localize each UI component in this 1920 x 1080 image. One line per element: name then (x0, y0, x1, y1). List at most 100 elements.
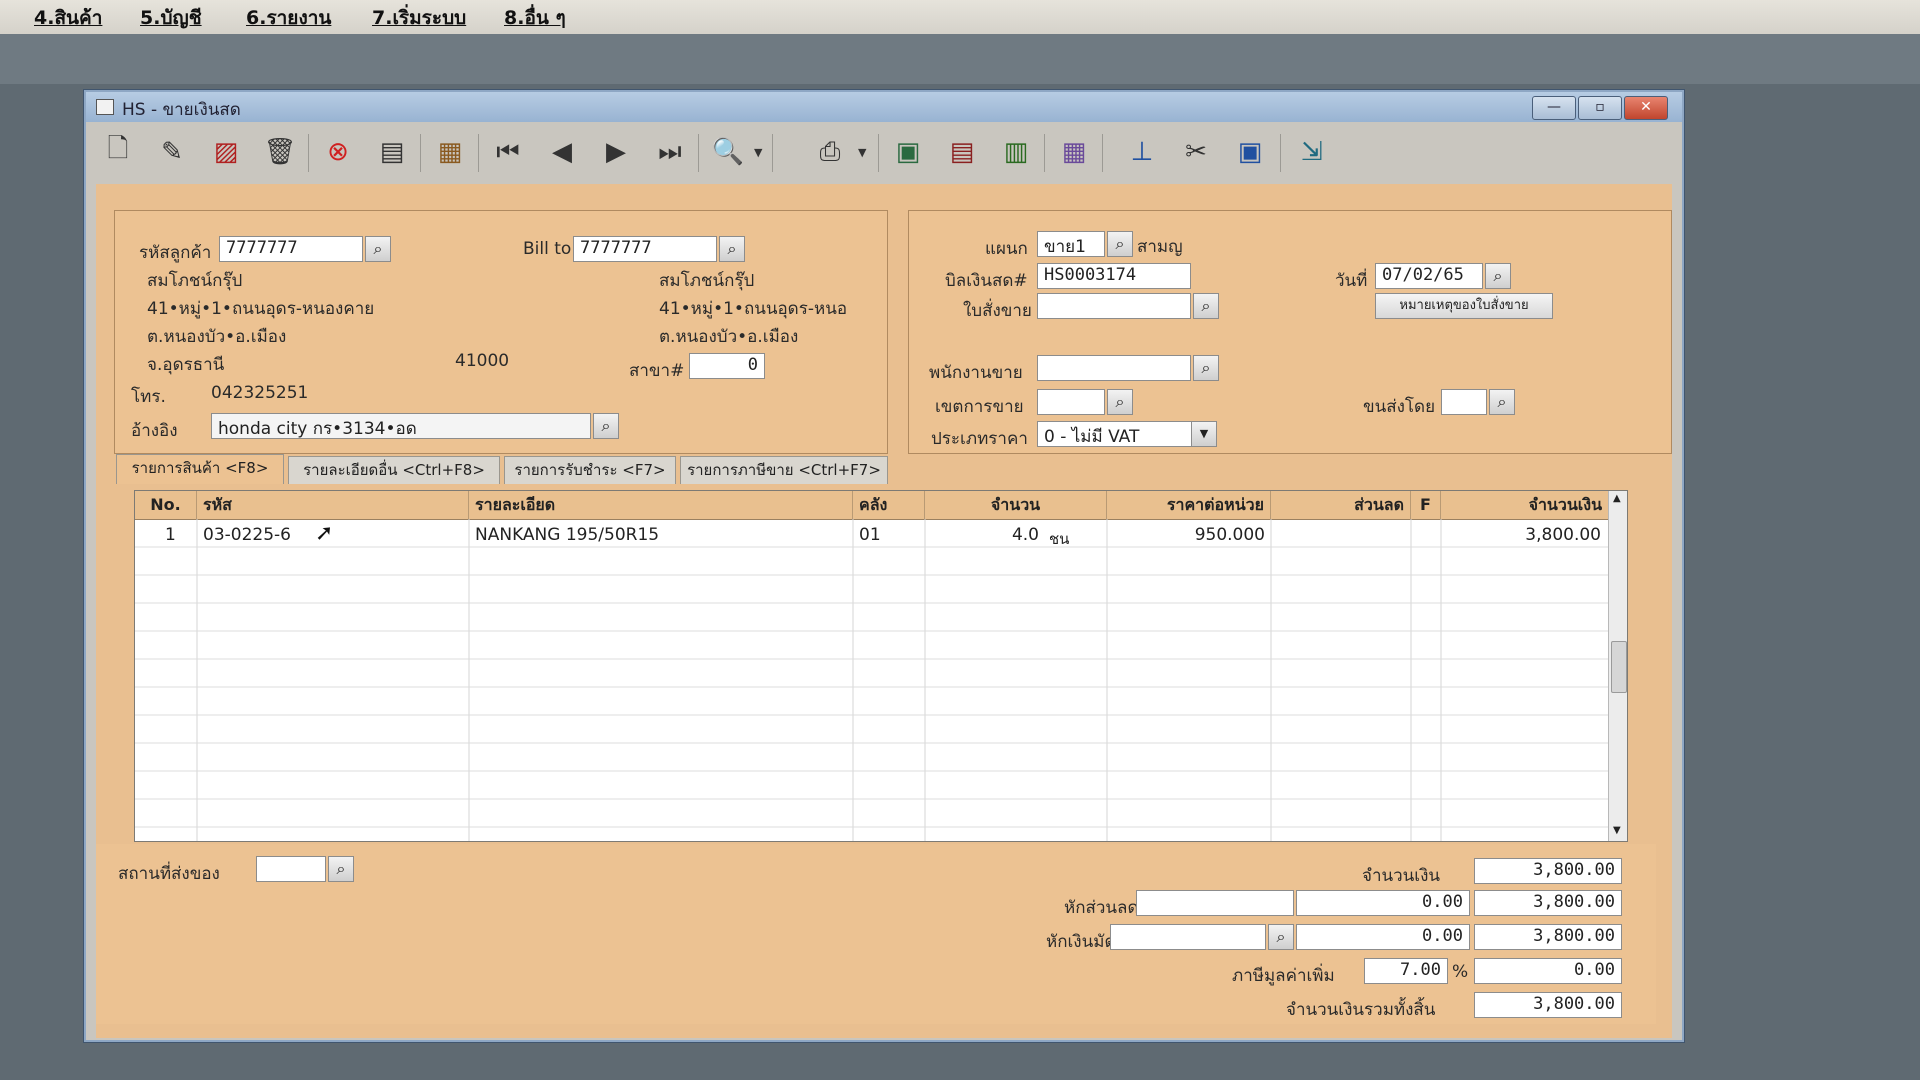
sales-area-search-icon[interactable]: ⌕ (1107, 389, 1133, 415)
bill-to-address-line1: 41•หมู่•1•ถนนอุดร-หนอ (659, 299, 848, 319)
print-dropdown-icon[interactable]: ▼ (858, 146, 866, 159)
ship-place-search-icon[interactable]: ⌕ (328, 856, 354, 882)
close-window-button[interactable]: ✕ (1624, 96, 1668, 120)
ship-by-search-icon[interactable]: ⌕ (1489, 389, 1515, 415)
salesman-label: พนักงานขาย (929, 363, 1023, 383)
tab-sales-tax[interactable]: รายการภาษีขาย <Ctrl+F7> (680, 456, 888, 484)
sales-order-note-button[interactable]: หมายเหตุของใบสั่งขาย (1375, 293, 1553, 319)
menu-other[interactable]: 8.อื่น ๆ (504, 3, 566, 33)
customer-name: สมโภชน์กรุ๊ป (147, 271, 243, 291)
tab-payments[interactable]: รายการรับชำระ <F7> (504, 456, 676, 484)
scroll-thumb[interactable] (1611, 641, 1627, 693)
first-record-icon[interactable]: ⏮ (488, 132, 528, 172)
table-scrollbar[interactable]: ▲ ▼ (1608, 491, 1627, 841)
amount-field: 3,800.00 (1474, 858, 1622, 884)
chevron-down-icon[interactable]: ▼ (1191, 421, 1217, 447)
customer-code-field[interactable]: 7777777 (219, 236, 363, 262)
sales-order-search-icon[interactable]: ⌕ (1193, 293, 1219, 319)
vat-percent-sign: % (1452, 962, 1469, 982)
window-icon (96, 99, 114, 115)
row-description: NANKANG 195/50R15 (475, 525, 660, 545)
edit-icon[interactable]: ✎ (152, 132, 192, 172)
ship-by-label: ขนส่งโดย (1363, 397, 1436, 417)
menu-setup[interactable]: 7.เริ่มระบบ (372, 3, 466, 33)
customer-panel: รหัสลูกค้า 7777777 ⌕ สมโภชน์กรุ๊ป 41•หมู… (114, 210, 888, 454)
void-icon[interactable]: ▨ (206, 132, 246, 172)
bill-number-label: บิลเงินสด# (945, 271, 1028, 291)
bill-to-name: สมโภชน์กรุ๊ป (659, 271, 755, 291)
delete-bin-icon[interactable]: 🗑 (260, 132, 300, 172)
chart-icon[interactable]: ▥ (996, 132, 1036, 172)
sales-area-field[interactable] (1037, 389, 1105, 415)
scroll-down-icon[interactable]: ▼ (1613, 825, 1621, 836)
customer-phone: 042325251 (211, 383, 309, 403)
calendar-icon[interactable]: ▦ (1054, 132, 1094, 172)
customer-search-icon[interactable]: ⌕ (365, 236, 391, 262)
price-type-select[interactable]: 0 - ไม่มี VAT (1037, 421, 1217, 447)
row-unit-price: 950.000 (1194, 525, 1265, 545)
salesman-field[interactable] (1037, 355, 1191, 381)
next-record-icon[interactable]: ▶ (596, 132, 636, 172)
vat-rate-field[interactable]: 7.00 (1364, 958, 1448, 984)
discount-text-field[interactable] (1136, 890, 1294, 916)
discount-value-field[interactable]: 0.00 (1296, 890, 1470, 916)
report-icon[interactable]: ▣ (888, 132, 928, 172)
maximize-button[interactable]: ▫ (1578, 96, 1622, 120)
tab-items[interactable]: รายการสินค้า <F8> (116, 454, 284, 484)
tab-other-details[interactable]: รายละเอียดอื่น <Ctrl+F8> (288, 456, 500, 484)
after-discount-field: 3,800.00 (1474, 890, 1622, 916)
bill-to-search-icon[interactable]: ⌕ (719, 236, 745, 262)
sales-order-field[interactable] (1037, 293, 1191, 319)
cancel-icon[interactable]: ⊗ (318, 132, 358, 172)
salesman-search-icon[interactable]: ⌕ (1193, 355, 1219, 381)
bill-to-address-line2: ต.หนองบัว•อ.เมือง (659, 327, 799, 347)
cash-sale-window: HS - ขายเงินสด — ▫ ✕ 🗋 ✎ ▨ 🗑 ⊗ ▤ ▦ ⏮ ◀ ▶… (84, 90, 1684, 1042)
bill-to-code-field[interactable]: 7777777 (573, 236, 717, 262)
customer-province: จ.อุดรธานี (147, 355, 225, 375)
print-icon[interactable]: ⎙ (810, 132, 850, 172)
desktop-background (0, 34, 1920, 84)
vat-label: ภาษีมูลค่าเพิ่ม (1232, 966, 1335, 986)
new-document-icon[interactable]: 🗋 (98, 132, 138, 172)
deposit-text-field[interactable] (1110, 924, 1266, 950)
customer-code-label: รหัสลูกค้า (139, 243, 212, 263)
calculator-icon[interactable]: ▤ (942, 132, 982, 172)
department-name: สามญ (1137, 237, 1183, 257)
menu-products[interactable]: 4.สินค้า (34, 3, 102, 33)
title-bar[interactable]: HS - ขายเงินสด — ▫ ✕ (86, 92, 1682, 122)
menu-reports[interactable]: 6.รายงาน (246, 3, 331, 33)
amount-label: จำนวนเงิน (1362, 866, 1441, 886)
branch-label: สาขา# (629, 361, 685, 381)
date-picker-icon[interactable]: ⌕ (1485, 263, 1511, 289)
approve-icon[interactable]: ⊥ (1122, 132, 1162, 172)
exit-icon[interactable]: ⇲ (1292, 132, 1332, 172)
minimize-button[interactable]: — (1532, 96, 1576, 120)
window-title: HS - ขายเงินสด (122, 100, 241, 120)
date-field[interactable]: 07/02/65 (1375, 263, 1483, 289)
ship-place-field[interactable] (256, 856, 326, 882)
save-icon[interactable]: ▤ (372, 132, 412, 172)
last-record-icon[interactable]: ⏭ (650, 132, 690, 172)
after-deposit-field: 3,800.00 (1474, 924, 1622, 950)
find-icon[interactable]: 🔍 (708, 132, 748, 172)
ok-icon[interactable]: ▣ (1230, 132, 1270, 172)
menu-accounting[interactable]: 5.บัญชี (140, 3, 202, 33)
row-unit: ชน (1049, 530, 1070, 548)
ship-by-field[interactable] (1441, 389, 1487, 415)
grand-total-label: จำนวนเงินรวมทั้งสิ้น (1286, 1000, 1436, 1020)
reference-search-icon[interactable]: ⌕ (593, 413, 619, 439)
department-search-icon[interactable]: ⌕ (1107, 231, 1133, 257)
row-amount: 3,800.00 (1525, 525, 1601, 545)
bill-number-field[interactable]: HS0003174 (1037, 263, 1191, 289)
deposit-value-field[interactable]: 0.00 (1296, 924, 1470, 950)
branch-field[interactable]: 0 (689, 353, 765, 379)
deposit-search-icon[interactable]: ⌕ (1268, 924, 1294, 950)
books-icon[interactable]: ▦ (430, 132, 470, 172)
reference-field[interactable]: honda city กร•3134•อด (211, 413, 591, 439)
previous-record-icon[interactable]: ◀ (542, 132, 582, 172)
link-icon[interactable]: ✂ (1176, 132, 1216, 172)
sales-area-label: เขตการขาย (935, 397, 1024, 417)
find-dropdown-icon[interactable]: ▼ (754, 146, 762, 159)
department-field[interactable]: ขาย1 (1037, 231, 1105, 257)
scroll-up-icon[interactable]: ▲ (1613, 493, 1621, 504)
